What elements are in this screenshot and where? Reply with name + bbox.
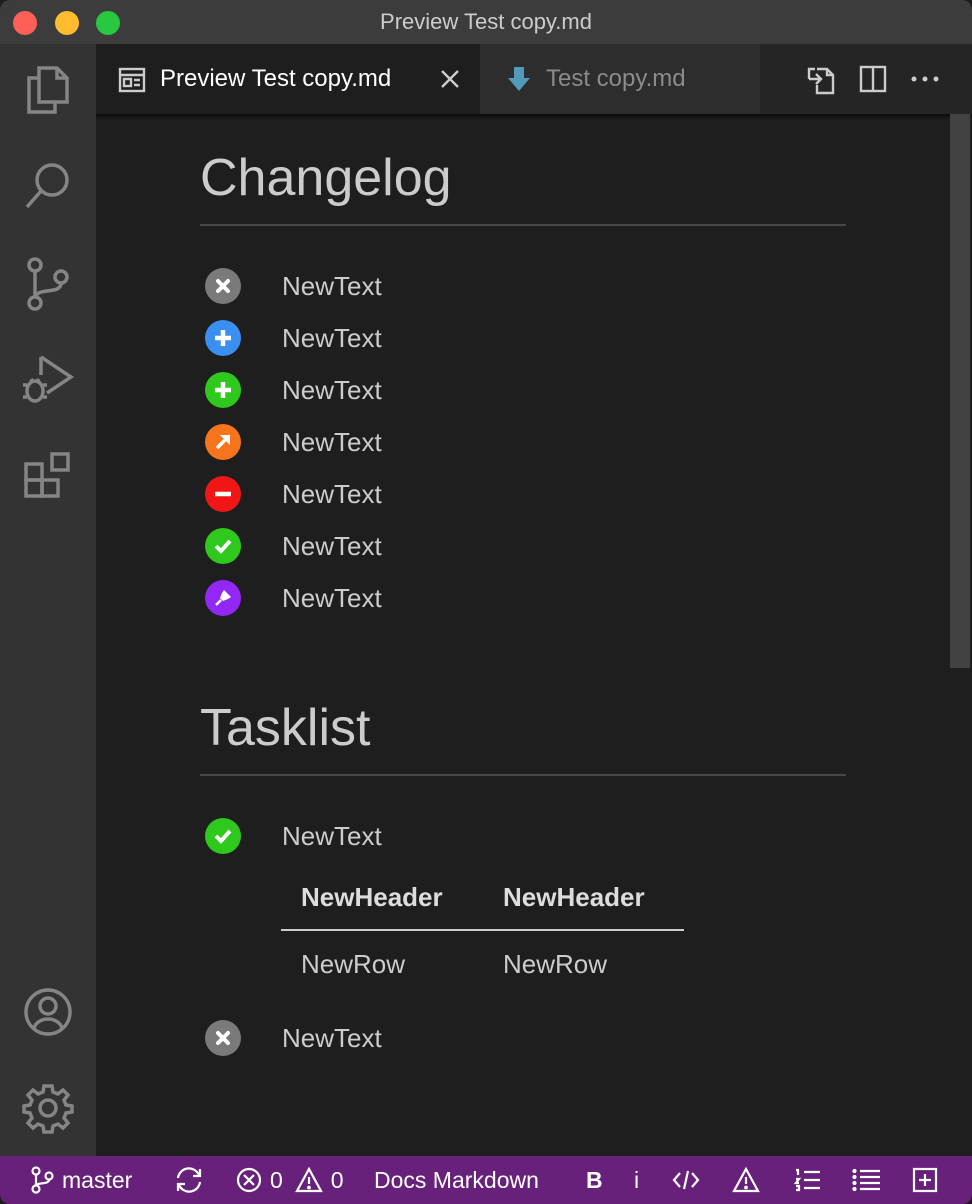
explorer-icon[interactable] xyxy=(20,62,76,118)
list-item-text: NewText xyxy=(282,1023,382,1053)
add-table-icon[interactable] xyxy=(912,1156,938,1204)
list-item-text: NewText xyxy=(282,531,382,561)
table-cell: NewRow xyxy=(503,949,608,979)
list-item: NewText xyxy=(205,580,382,616)
more-actions-icon[interactable] xyxy=(908,62,942,96)
list-item-text: NewText xyxy=(282,375,382,405)
list-item-text: NewText xyxy=(282,821,382,851)
open-source-icon[interactable] xyxy=(804,62,838,96)
search-icon[interactable] xyxy=(20,158,76,214)
error-count: 0 xyxy=(270,1166,283,1193)
branch-status[interactable]: master xyxy=(30,1156,132,1204)
heading-divider xyxy=(200,224,846,226)
tab-bar: Preview Test copy.md Test copy.md xyxy=(96,44,972,114)
tasklist-heading: Tasklist xyxy=(200,699,371,757)
list-item: NewText xyxy=(205,424,382,460)
run-debug-icon[interactable] xyxy=(20,352,76,408)
list-item-text: NewText xyxy=(282,271,382,301)
list-item-text: NewText xyxy=(282,427,382,457)
check-icon xyxy=(205,528,241,564)
x-icon xyxy=(205,1020,241,1056)
bulleted-list-icon[interactable] xyxy=(852,1156,882,1204)
list-item: NewText xyxy=(205,268,382,304)
table-header-divider xyxy=(281,929,684,931)
warning-count: 0 xyxy=(330,1166,344,1193)
split-editor-icon[interactable] xyxy=(856,62,890,96)
account-icon[interactable] xyxy=(20,984,76,1040)
plus-icon xyxy=(205,320,241,356)
list-item: NewText xyxy=(205,476,382,512)
tab-label: Test copy.md xyxy=(546,65,686,92)
table-cell: NewRow xyxy=(301,949,406,979)
window-title: Preview Test copy.md xyxy=(380,9,592,34)
scroll-shadow xyxy=(96,114,950,120)
activity-bar xyxy=(0,44,96,1156)
tab-markdown[interactable]: Test copy.md xyxy=(480,44,760,114)
table-header: NewHeader xyxy=(503,882,645,912)
list-item: NewText xyxy=(205,372,382,408)
docs-markdown-status[interactable]: Docs Markdown xyxy=(374,1156,539,1204)
list-item-text: NewText xyxy=(282,323,382,353)
minus-icon xyxy=(205,476,241,512)
sync-icon[interactable] xyxy=(174,1156,204,1204)
status-bar: master 0 0 Docs Markdown B i xyxy=(0,1156,972,1204)
vertical-scrollbar[interactable] xyxy=(950,114,970,668)
branch-name: master xyxy=(62,1166,133,1193)
plus-icon xyxy=(205,372,241,408)
numbered-list-icon[interactable] xyxy=(794,1156,822,1204)
tab-preview[interactable]: Preview Test copy.md xyxy=(96,44,480,114)
settings-gear-icon[interactable] xyxy=(20,1080,76,1136)
pin-icon xyxy=(205,580,241,616)
bold-button[interactable]: B xyxy=(586,1156,603,1204)
heading-divider xyxy=(200,774,846,776)
problems-status[interactable]: 0 0 xyxy=(236,1156,344,1204)
list-item: NewText xyxy=(205,818,382,854)
preview-icon xyxy=(118,67,146,98)
table-header: NewHeader xyxy=(301,882,443,912)
close-tab-icon[interactable] xyxy=(440,69,460,94)
title-bar: Preview Test copy.md xyxy=(0,0,972,44)
list-item: NewText xyxy=(205,1020,382,1056)
git-branch-icon xyxy=(30,1166,54,1194)
warning-icon xyxy=(294,1167,323,1193)
alert-icon[interactable] xyxy=(732,1156,760,1204)
tab-label: Preview Test copy.md xyxy=(160,65,392,92)
source-control-icon[interactable] xyxy=(20,256,76,312)
list-item-text: NewText xyxy=(282,583,382,613)
error-icon xyxy=(236,1167,262,1193)
italic-button[interactable]: i xyxy=(634,1156,639,1204)
list-item: NewText xyxy=(205,528,382,564)
list-item: NewText xyxy=(205,320,382,356)
check-icon xyxy=(205,818,241,854)
markdown-arrow-icon xyxy=(508,67,530,96)
vscode-window: Preview Test copy.md Preview Test copy.m… xyxy=(0,0,972,1204)
list-item-text: NewText xyxy=(282,479,382,509)
arrow-up-right-icon xyxy=(205,424,241,460)
changelog-heading: Changelog xyxy=(200,149,452,207)
x-icon xyxy=(205,268,241,304)
code-icon[interactable] xyxy=(672,1156,700,1204)
extensions-icon[interactable] xyxy=(20,448,76,504)
